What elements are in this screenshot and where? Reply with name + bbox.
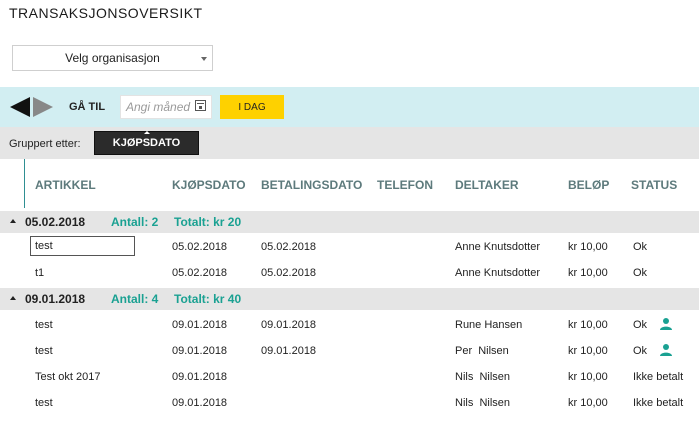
calendar-icon[interactable] <box>195 100 206 111</box>
group-by-chip[interactable]: KJØPSDATO <box>94 131 199 155</box>
group-total: Totalt: kr 20 <box>174 215 242 229</box>
group-total: Totalt: kr 40 <box>174 292 242 306</box>
cell-artikkel: Test okt 2017 <box>35 371 101 383</box>
cell-deltaker: Rune Hansen <box>455 319 523 331</box>
table-row[interactable]: test 09.01.2018 09.01.2018 Per Nilsen kr… <box>0 337 699 363</box>
cell-kjopsdato: 09.01.2018 <box>172 371 228 383</box>
cell-status: Ok <box>633 267 648 279</box>
group-header-row[interactable]: 09.01.2018 Antall: 4 Totalt: kr 40 <box>0 288 699 310</box>
cell-status: Ikke betalt <box>633 371 684 383</box>
column-header-belop[interactable]: BELØP <box>568 178 609 192</box>
cell-deltaker: Anne Knutsdotter <box>455 241 541 253</box>
grouping-bar: Gruppert etter: KJØPSDATO <box>0 127 699 159</box>
group-date: 09.01.2018 <box>25 292 86 306</box>
cell-betalingsdato: 05.02.2018 <box>261 241 317 253</box>
chevron-down-icon <box>201 57 207 61</box>
column-header-deltaker[interactable]: DELTAKER <box>455 178 519 192</box>
cell-kjopsdato: 09.01.2018 <box>172 319 228 331</box>
group-count: Antall: 4 <box>111 292 159 306</box>
previous-arrow-icon[interactable] <box>10 97 30 117</box>
cell-artikkel: test <box>35 345 53 357</box>
cell-status: Ikke betalt <box>633 397 684 409</box>
grouping-label: Gruppert etter: <box>9 138 81 150</box>
person-icon[interactable] <box>659 343 673 357</box>
artikkel-edit-field[interactable]: test <box>30 236 135 256</box>
column-header-telefon[interactable]: TELEFON <box>377 178 433 192</box>
table-row[interactable]: test 05.02.2018 05.02.2018 Anne Knutsdot… <box>0 233 699 259</box>
cell-belop: kr 10,00 <box>568 241 608 253</box>
person-icon[interactable] <box>659 317 673 331</box>
cell-betalingsdato: 09.01.2018 <box>261 345 317 357</box>
cell-betalingsdato: 09.01.2018 <box>261 319 317 331</box>
next-arrow-icon[interactable] <box>33 97 53 117</box>
cell-betalingsdato: 05.02.2018 <box>261 267 317 279</box>
page-title: TRANSAKSJONSOVERSIKT <box>9 5 203 21</box>
cell-belop: kr 10,00 <box>568 345 608 357</box>
cell-status: Ok <box>633 241 648 253</box>
table-row[interactable]: t1 05.02.2018 05.02.2018 Anne Knutsdotte… <box>0 259 699 285</box>
cell-deltaker: Nils Nilsen <box>455 397 511 409</box>
group-date: 05.02.2018 <box>25 215 86 229</box>
table-row[interactable]: test 09.01.2018 09.01.2018 Rune Hansen k… <box>0 311 699 337</box>
cell-kjopsdato: 05.02.2018 <box>172 267 228 279</box>
cell-kjopsdato: 05.02.2018 <box>172 241 228 253</box>
group-count: Antall: 2 <box>111 215 159 229</box>
cell-belop: kr 10,00 <box>568 319 608 331</box>
goto-label: GÅ TIL <box>69 101 106 113</box>
cell-deltaker: Per Nilsen <box>455 345 509 357</box>
sort-caret-icon <box>144 131 150 134</box>
table-row[interactable]: Test okt 2017 09.01.2018 Nils Nilsen kr … <box>0 363 699 389</box>
group-header-row[interactable]: 05.02.2018 Antall: 2 Totalt: kr 20 <box>0 211 699 233</box>
cell-artikkel: test <box>35 319 53 331</box>
cell-deltaker: Anne Knutsdotter <box>455 267 541 279</box>
today-button[interactable]: I DAG <box>220 95 284 119</box>
cell-deltaker: Nils Nilsen <box>455 371 511 383</box>
table-row[interactable]: test 09.01.2018 Nils Nilsen kr 10,00 Ikk… <box>0 389 699 415</box>
cell-artikkel: test <box>35 397 53 409</box>
column-header-kjopsdato[interactable]: KJØPSDATO <box>172 178 246 192</box>
cell-status: Ok <box>633 319 648 331</box>
cell-belop: kr 10,00 <box>568 267 608 279</box>
organization-select[interactable]: Velg organisasjon <box>12 45 213 71</box>
column-header-status[interactable]: STATUS <box>631 178 677 192</box>
collapse-caret-icon[interactable] <box>10 219 16 223</box>
cell-artikkel: t1 <box>35 267 45 279</box>
cell-kjopsdato: 09.01.2018 <box>172 345 228 357</box>
date-navigation-bar: GÅ TIL Angi måned I DAG <box>0 87 699 127</box>
group-by-chip-label: KJØPSDATO <box>112 137 181 149</box>
column-header-artikkel[interactable]: ARTIKKEL <box>35 178 96 192</box>
divider <box>24 159 25 208</box>
cell-kjopsdato: 09.01.2018 <box>172 397 228 409</box>
column-header-betalingsdato[interactable]: BETALINGSDATO <box>261 178 362 192</box>
cell-belop: kr 10,00 <box>568 397 608 409</box>
collapse-caret-icon[interactable] <box>10 296 16 300</box>
cell-status: Ok <box>633 345 648 357</box>
cell-belop: kr 10,00 <box>568 371 608 383</box>
organization-select-value: Velg organisasjon <box>65 51 160 65</box>
